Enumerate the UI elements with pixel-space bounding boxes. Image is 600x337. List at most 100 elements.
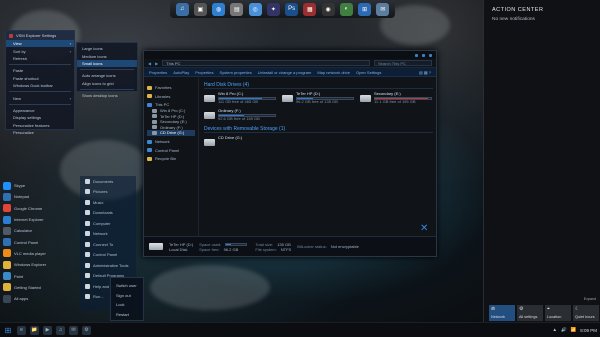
- power-option[interactable]: Switch user: [111, 281, 143, 291]
- power-option[interactable]: Restart: [111, 310, 143, 320]
- nav-item[interactable]: Recycle Bin: [147, 156, 195, 162]
- close-button[interactable]: [429, 53, 432, 57]
- apps-icon[interactable]: ▦: [303, 2, 317, 16]
- context-menu-item[interactable]: Appearance: [6, 107, 74, 114]
- film-icon[interactable]: ▣: [193, 2, 207, 16]
- command-button[interactable]: Uninstall or change a program: [258, 70, 312, 75]
- submenu-item[interactable]: Large icons: [77, 45, 137, 52]
- submenu-item[interactable]: Auto arrange icons: [77, 72, 137, 79]
- nav-item[interactable]: CD Drive (G:): [147, 130, 195, 136]
- drive-tile[interactable]: CD Drive (G:): [204, 135, 276, 150]
- nav-item-label: Secondary (E:): [160, 119, 187, 125]
- drive-tile[interactable]: Secondary (E:) 11.1 GB free of 195 GB: [360, 91, 432, 106]
- start-app-item[interactable]: Windows Explorer: [3, 259, 80, 270]
- taskbar-app-icon[interactable]: ▶: [43, 325, 52, 335]
- music-icon[interactable]: ♫: [175, 2, 189, 16]
- power-option[interactable]: Lock: [111, 300, 143, 310]
- command-button[interactable]: Properties: [195, 70, 213, 75]
- start-app-item[interactable]: All apps: [3, 293, 80, 304]
- start-button[interactable]: ⊞: [3, 325, 13, 335]
- start-place-item[interactable]: Pictures: [80, 187, 136, 198]
- context-menu-item[interactable]: Personalize features: [6, 122, 74, 129]
- taskbar-app-icon[interactable]: ⚙: [82, 325, 91, 335]
- expand-button[interactable]: Expand: [584, 297, 596, 301]
- steam-icon[interactable]: ◉: [321, 2, 335, 16]
- start-place-item[interactable]: Music: [80, 197, 136, 208]
- context-menu-item[interactable]: Paste shortcut: [6, 75, 74, 82]
- back-arrow-icon[interactable]: ◀: [148, 61, 151, 66]
- photoshop-icon[interactable]: Ps: [285, 2, 299, 16]
- nav-item[interactable]: Control Panel: [147, 147, 195, 153]
- chrome-icon[interactable]: ◐: [339, 2, 353, 16]
- quick-action-tile[interactable]: ⋒ Network: [489, 305, 515, 321]
- group-header-removable[interactable]: Devices with Removable Storage (1): [204, 126, 433, 133]
- tray-icon[interactable]: 📶: [571, 327, 577, 333]
- start-app-item[interactable]: Google Chrome: [3, 203, 80, 214]
- web-icon[interactable]: ◎: [248, 2, 262, 16]
- start-app-item[interactable]: Getting Started: [3, 282, 80, 293]
- taskbar-app-icon[interactable]: ♫: [56, 325, 65, 335]
- taskbar-app-icon[interactable]: ✉: [69, 325, 78, 335]
- start-place-item[interactable]: Documents: [80, 176, 136, 187]
- nav-item[interactable]: Network: [147, 139, 195, 145]
- quick-action-tile[interactable]: ☾ Quiet hours: [573, 305, 599, 321]
- drive-tile[interactable]: Ordinary (F:) 92.6 GB free of 169 GB: [204, 108, 276, 123]
- context-menu-item[interactable]: Windows Dock toolbar: [6, 82, 74, 89]
- power-option[interactable]: Sign out: [111, 291, 143, 301]
- nav-item[interactable]: Libraries: [147, 94, 195, 100]
- drive-tile[interactable]: Win 8 Pro (C:) 111 GB free of 465 GB: [204, 91, 276, 106]
- windows-icon[interactable]: ⊞: [358, 2, 372, 16]
- context-menu-item[interactable]: Personalize: [6, 129, 74, 136]
- maximize-button[interactable]: [422, 53, 425, 57]
- title-bar[interactable]: [144, 51, 436, 59]
- start-place-item[interactable]: Computer: [80, 218, 136, 229]
- context-menu-item[interactable]: Paste: [6, 67, 74, 74]
- context-menu-item[interactable]: View ›: [6, 40, 74, 48]
- view-options-icon[interactable]: ▤ ▦ ?: [419, 70, 431, 75]
- taskbar-app-icon[interactable]: e: [17, 325, 26, 335]
- command-button[interactable]: Map network drive: [317, 70, 350, 75]
- start-place-item[interactable]: Downloads: [80, 208, 136, 219]
- start-app-item[interactable]: Skype: [3, 180, 80, 191]
- search-input[interactable]: Search This PC: [374, 60, 432, 66]
- start-app-item[interactable]: Internet Explorer: [3, 214, 80, 225]
- command-button[interactable]: AutoPlay: [173, 70, 189, 75]
- start-app-item[interactable]: Calculator: [3, 225, 80, 236]
- quick-action-tile[interactable]: ⚙ All settings: [517, 305, 543, 321]
- start-app-item[interactable]: VLC media player: [3, 248, 80, 259]
- start-place-item[interactable]: Control Panel: [80, 250, 136, 261]
- clock[interactable]: 8:09 PM: [580, 328, 597, 333]
- taskbar-app-icon[interactable]: 📁: [30, 325, 39, 335]
- quick-action-label: Location: [547, 315, 562, 319]
- tray-icon[interactable]: ▲: [553, 327, 557, 333]
- start-app-item[interactable]: Notepad: [3, 191, 80, 202]
- context-menu-item[interactable]: Display settings: [6, 114, 74, 121]
- group-header-hard-disks[interactable]: Hard Disk Drives (4): [204, 82, 433, 89]
- start-app-item[interactable]: Paint: [3, 270, 80, 281]
- start-place-item[interactable]: Network: [80, 229, 136, 240]
- pictures-icon[interactable]: ▤: [230, 2, 244, 16]
- bird-icon[interactable]: ✦: [266, 2, 280, 16]
- context-menu-item[interactable]: Refresh: [6, 55, 74, 62]
- drive-tile[interactable]: TeTer HP (D:) 96.2 GB free of 135 GB: [282, 91, 354, 106]
- command-button[interactable]: Open Settings: [356, 70, 381, 75]
- start-app-item[interactable]: Control Panel: [3, 236, 80, 247]
- command-button[interactable]: Properties: [149, 70, 167, 75]
- tray-icon[interactable]: 🔊: [561, 327, 567, 333]
- start-place-item[interactable]: Administrative Tools: [80, 260, 136, 271]
- globe-icon[interactable]: ◍: [212, 2, 226, 16]
- submenu-item[interactable]: Medium icons: [77, 52, 137, 59]
- submenu-item[interactable]: Show desktop icons: [77, 92, 137, 99]
- nav-item[interactable]: Favorites: [147, 85, 195, 91]
- address-bar[interactable]: This PC: [162, 60, 370, 66]
- submenu-item[interactable]: Align icons to grid: [77, 80, 137, 87]
- context-menu-item[interactable]: New ›: [6, 94, 74, 101]
- start-place-item[interactable]: Connect To: [80, 239, 136, 250]
- submenu-item[interactable]: Small icons: [77, 59, 137, 68]
- context-menu-item[interactable]: Sort by ›: [6, 47, 74, 54]
- minimize-button[interactable]: [415, 53, 418, 57]
- command-button[interactable]: System properties: [219, 70, 251, 75]
- forward-arrow-icon[interactable]: ▶: [155, 61, 158, 66]
- quick-action-tile[interactable]: ⌖ Location: [545, 305, 571, 321]
- mail-icon[interactable]: ✉: [376, 2, 390, 16]
